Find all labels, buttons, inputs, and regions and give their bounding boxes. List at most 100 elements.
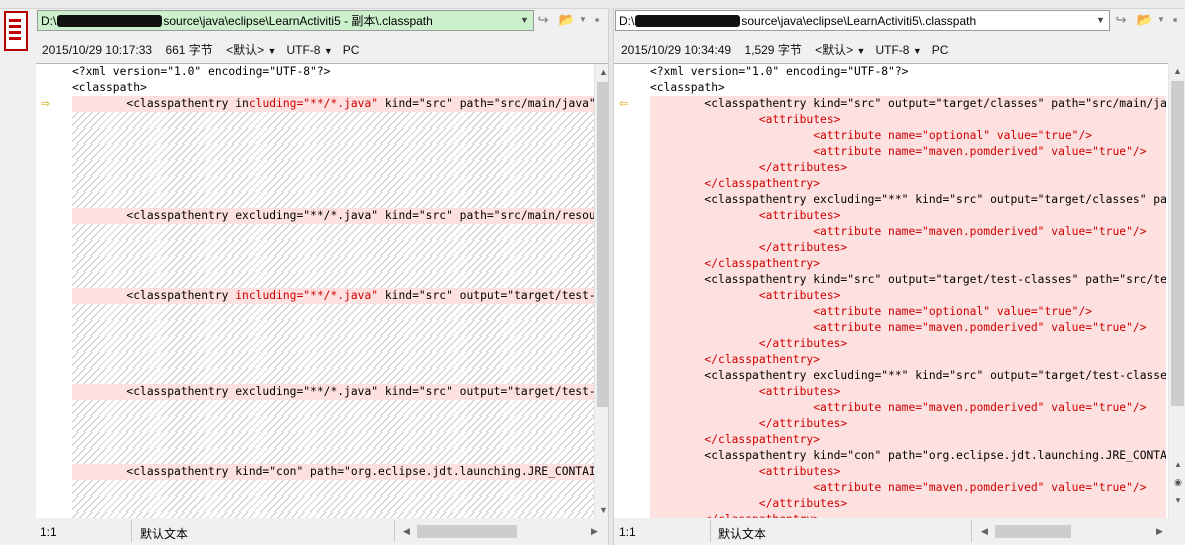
code-line[interactable]: </classpathentry> [650,256,1166,272]
code-line[interactable] [72,128,595,144]
right-line-ending[interactable]: PC [932,43,949,57]
chevron-down-icon[interactable]: ▼ [516,11,533,30]
code-line[interactable]: <classpathentry excluding="**/*.java" ki… [72,208,595,224]
code-line[interactable] [72,272,595,288]
code-line[interactable] [72,192,595,208]
nav-up-icon[interactable]: ▴ [1171,458,1185,470]
code-line[interactable]: <attributes> [650,112,1166,128]
code-line[interactable] [72,304,595,320]
code-line[interactable] [72,336,595,352]
code-line[interactable]: <classpathentry kind="con" path="org.ecl… [650,448,1166,464]
scroll-left-arrow-icon[interactable]: ◀ [398,523,415,540]
left-editor[interactable]: ⇨ <?xml version="1.0" encoding="UTF-8"?>… [36,63,608,520]
code-line[interactable]: <classpathentry including="**/*.java" ki… [72,288,595,304]
code-line[interactable]: </attributes> [650,160,1166,176]
code-line[interactable] [72,496,595,512]
code-line[interactable]: </classpathentry> [650,176,1166,192]
code-line[interactable] [72,256,595,272]
right-code-area[interactable]: <?xml version="1.0" encoding="UTF-8"?> <c… [650,64,1166,519]
code-line[interactable] [72,112,595,128]
left-vertical-scrollbar[interactable]: ▲ ▼ [594,64,608,519]
diff-marker-arrow-icon[interactable]: ⇨ [41,99,53,110]
code-line[interactable]: <?xml version="1.0" encoding="UTF-8"?> [650,64,1166,80]
code-line[interactable] [72,416,595,432]
code-line[interactable]: <classpathentry excluding="**" kind="src… [650,192,1166,208]
code-line[interactable] [72,240,595,256]
chevron-down-icon[interactable]: ▼ [268,46,277,56]
right-charset[interactable]: UTF-8 [875,43,909,57]
code-line[interactable]: </attributes> [650,240,1166,256]
right-editor[interactable]: ⇦ <?xml version="1.0" encoding="UTF-8"?>… [614,63,1171,520]
code-line[interactable]: </attributes> [650,416,1166,432]
scroll-thumb[interactable] [597,82,608,407]
code-line[interactable]: <attribute name="maven.pomderived" value… [650,224,1166,240]
code-line[interactable]: </attributes> [650,496,1166,512]
code-line[interactable]: <attribute name="maven.pomderived" value… [650,400,1166,416]
code-line[interactable]: </classpathentry> [650,352,1166,368]
code-line[interactable] [72,176,595,192]
reload-icon[interactable]: ↪ [534,11,552,29]
scroll-left-arrow-icon[interactable]: ◀ [976,523,993,540]
code-line[interactable]: <classpathentry including="**/*.java" ki… [72,96,595,112]
scroll-right-arrow-icon[interactable]: ▶ [1151,523,1168,540]
code-line[interactable]: <attributes> [650,208,1166,224]
save-icon[interactable]: ▪ [1166,11,1184,29]
scroll-thumb[interactable] [1171,81,1184,406]
code-line[interactable]: </classpathentry> [650,432,1166,448]
pane-splitter[interactable] [608,8,614,545]
code-line[interactable]: <attribute name="maven.pomderived" value… [650,480,1166,496]
chevron-down-icon[interactable]: ▼ [324,46,333,56]
save-icon[interactable]: ▪ [588,11,606,29]
code-line[interactable] [72,480,595,496]
code-line[interactable]: <attribute name="optional" value="true"/… [650,128,1166,144]
code-line[interactable] [72,160,595,176]
scroll-up-arrow-icon[interactable]: ▲ [595,64,608,81]
code-line[interactable]: <attribute name="optional" value="true"/… [650,304,1166,320]
chevron-down-icon[interactable]: ▼ [1092,11,1109,30]
code-line[interactable] [72,320,595,336]
code-line[interactable]: <attributes> [650,464,1166,480]
nav-down-icon[interactable]: ▾ [1171,494,1185,506]
code-line[interactable]: <classpath> [72,80,595,96]
scroll-thumb[interactable] [417,525,517,538]
code-line[interactable]: <classpathentry kind="con" path="org.ecl… [72,464,595,480]
code-line[interactable] [72,352,595,368]
code-line[interactable]: <attributes> [650,288,1166,304]
code-line[interactable] [72,368,595,384]
code-line[interactable]: <attribute name="maven.pomderived" value… [650,320,1166,336]
nav-center-icon[interactable]: ◉ [1171,476,1185,488]
code-line[interactable] [72,432,595,448]
reload-icon[interactable]: ↪ [1112,11,1130,29]
code-line[interactable]: </attributes> [650,336,1166,352]
left-horizontal-scrollbar[interactable]: ◀ ▶ [398,523,603,540]
left-charset[interactable]: UTF-8 [286,43,320,57]
code-line[interactable]: <classpathentry kind="src" output="targe… [650,96,1166,112]
right-horizontal-scrollbar[interactable]: ◀ ▶ [976,523,1168,540]
chevron-down-icon[interactable]: ▼ [857,46,866,56]
code-line[interactable]: <classpathentry excluding="**/*.java" ki… [72,384,595,400]
code-line[interactable] [72,400,595,416]
left-path-prefix: D:\ [41,13,57,28]
left-encoding-mode[interactable]: <默认> [226,43,264,57]
code-line[interactable] [72,224,595,240]
left-path-field[interactable]: D:\ source\java\eclipse\LearnActiviti5 - … [37,10,534,31]
chevron-down-icon[interactable]: ▼ [913,46,922,56]
scroll-up-arrow-icon[interactable]: ▲ [1169,63,1185,80]
right-path-field[interactable]: D:\ source\java\eclipse\LearnActiviti5\.c… [615,10,1110,31]
code-line[interactable]: <?xml version="1.0" encoding="UTF-8"?> [72,64,595,80]
code-line[interactable] [72,448,595,464]
code-line[interactable]: <classpathentry kind="src" output="targe… [650,272,1166,288]
left-code-area[interactable]: <?xml version="1.0" encoding="UTF-8"?> <c… [72,64,595,519]
right-vertical-scrollbar[interactable]: ▲ [1168,63,1185,518]
code-line[interactable]: <classpathentry excluding="**" kind="src… [650,368,1166,384]
code-line[interactable]: <classpath> [650,80,1166,96]
code-line[interactable]: <attributes> [650,384,1166,400]
scroll-down-arrow-icon[interactable]: ▼ [595,502,608,519]
scroll-thumb[interactable] [995,525,1071,538]
code-line[interactable] [72,144,595,160]
code-line[interactable]: <attribute name="maven.pomderived" value… [650,144,1166,160]
left-line-ending[interactable]: PC [343,43,360,57]
scroll-right-arrow-icon[interactable]: ▶ [586,523,603,540]
diff-marker-arrow-icon[interactable]: ⇦ [619,99,631,110]
right-encoding-mode[interactable]: <默认> [815,43,853,57]
